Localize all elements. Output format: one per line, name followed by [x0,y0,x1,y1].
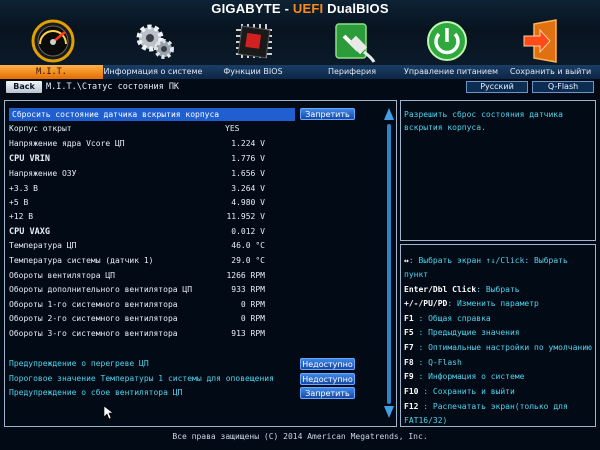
sensor-value: 0.012 V [231,227,265,236]
sensor-label: Температура ЦП [9,241,77,250]
sensor-label: Напряжение ядра Vcore ЦП [9,139,125,148]
sensor-value: 3.264 V [231,184,265,193]
sensor-value: 933 RPM [231,285,265,294]
sensor-value: 1.656 V [231,169,265,178]
sensor-label: CPU VAXG [9,227,50,237]
chassis-intrusion-reset-row[interactable]: Сбросить состояние датчика вскрытия корп… [9,108,295,121]
help-line: ↔: Выбрать экран ↑↓/Click: Выбрать [404,256,568,265]
gears-icon[interactable] [130,18,180,64]
sensor-label: Напряжение ОЗУ [9,169,77,178]
help-line: F1 : Общая справка [404,314,491,323]
sub-toolbar: Back M.I.T.\Статус состояния ПК Русский … [0,80,600,94]
sensor-value: 11.952 V [226,212,265,221]
cpu-overheat-option-button[interactable]: Недоступно [300,358,355,370]
sensor-label: CPU VRIN [9,154,50,164]
tab-mit[interactable]: M.I.T. [0,65,103,79]
help-line: +/-/PU/PD: Изменить параметр [404,299,539,308]
main-menu-bar: M.I.T. Информация о системе Функции BIOS… [0,65,600,79]
qflash-button[interactable]: Q-Flash [532,81,594,93]
brand-title: GIGABYTE - UEFI DualBIOS [0,1,600,16]
sensor-label: +3.3 В [9,184,38,193]
sensor-value: 0 RPM [240,300,265,309]
scrollbar-thumb[interactable] [387,124,391,404]
top-header: GIGABYTE - UEFI DualBIOS [0,0,600,66]
sensor-value: 46.0 °C [231,241,265,250]
sensor-label: +12 В [9,212,34,221]
warning-label: Предупреждение о сбое вентилятора ЦП [9,388,183,397]
tab-save-exit[interactable]: Сохранить и выйти [501,65,600,79]
sensor-label: Обороты дополнительного вентилятора ЦП [9,285,193,294]
tab-power-management[interactable]: Управление питанием [401,65,501,79]
sensor-label: Корпус открыт [9,124,72,133]
warning-label: Пороговое значение Температуры 1 системы… [9,374,274,383]
help-line: F7 : Оптимальные настройки по умолчанию [404,343,592,352]
power-icon[interactable] [422,18,472,64]
sensor-label: +5 В [9,198,29,207]
help-line: F9 : Информация о системе [404,372,525,381]
copyright-footer: Все права защищены (C) 2014 American Meg… [172,432,428,441]
help-line: пункт [404,270,429,279]
tab-peripherals[interactable]: Периферия [303,65,401,79]
scroll-up-arrow-icon[interactable] [384,108,394,120]
system-temp-threshold-option-button[interactable]: Недоступно [300,373,355,385]
cpu-fan-fail-option-button[interactable]: Запретить [300,387,355,399]
language-button[interactable]: Русский [466,81,528,93]
chip-icon[interactable] [228,18,278,64]
breadcrumb: M.I.T.\Статус состояния ПК [46,82,180,92]
scroll-down-arrow-icon[interactable] [384,406,394,418]
sensor-label: Обороты 2-го системного вентилятора [9,314,178,323]
sensor-value: 29.0 °C [231,256,265,265]
sensor-label: Обороты 3-го системного вентилятора [9,329,178,338]
sensor-label: Обороты 1-го системного вентилятора [9,300,178,309]
help-line: FAT16/32) [404,416,448,425]
sensor-value: YES [225,124,240,133]
back-button[interactable]: Back [6,81,42,93]
sensor-value: 1266 RPM [226,271,265,280]
sensor-value: 4.980 V [231,198,265,207]
sensor-value: 1.224 V [231,139,265,148]
help-line: Enter/Dbl Click: Выбрать [404,285,520,294]
mouse-cursor-icon [104,406,114,420]
speedometer-icon[interactable] [28,18,78,64]
brand-prefix: GIGABYTE - [211,1,293,16]
tab-system-info[interactable]: Информация о системе [103,65,203,79]
brand-accent: UEFI [292,1,324,16]
brand-suffix: DualBIOS [323,1,389,16]
scrollbar[interactable] [384,108,394,418]
help-line: F8 : Q-Flash [404,358,462,367]
sensor-value: 913 RPM [231,329,265,338]
sensor-value: 1.776 V [231,154,265,163]
help-line: F10 : Сохранить и выйти [404,387,515,396]
warning-label: Предупреждение о перегреве ЦП [9,359,149,368]
tab-bios-features[interactable]: Функции BIOS [203,65,303,79]
item-description: Разрешить сброс состояния датчика вскрыт… [404,110,563,132]
exit-icon[interactable] [518,18,568,64]
help-line: F12 : Распечатать экран(только для [404,402,568,411]
sensor-value: 0 RPM [240,314,265,323]
sensor-label: Обороты вентилятора ЦП [9,271,115,280]
help-line: F5 : Предыдущие значения [404,328,520,337]
plug-icon[interactable] [328,18,378,64]
chassis-reset-option-button[interactable]: Запретить [300,108,355,120]
sensor-label: Температура системы (датчик 1) [9,256,154,265]
